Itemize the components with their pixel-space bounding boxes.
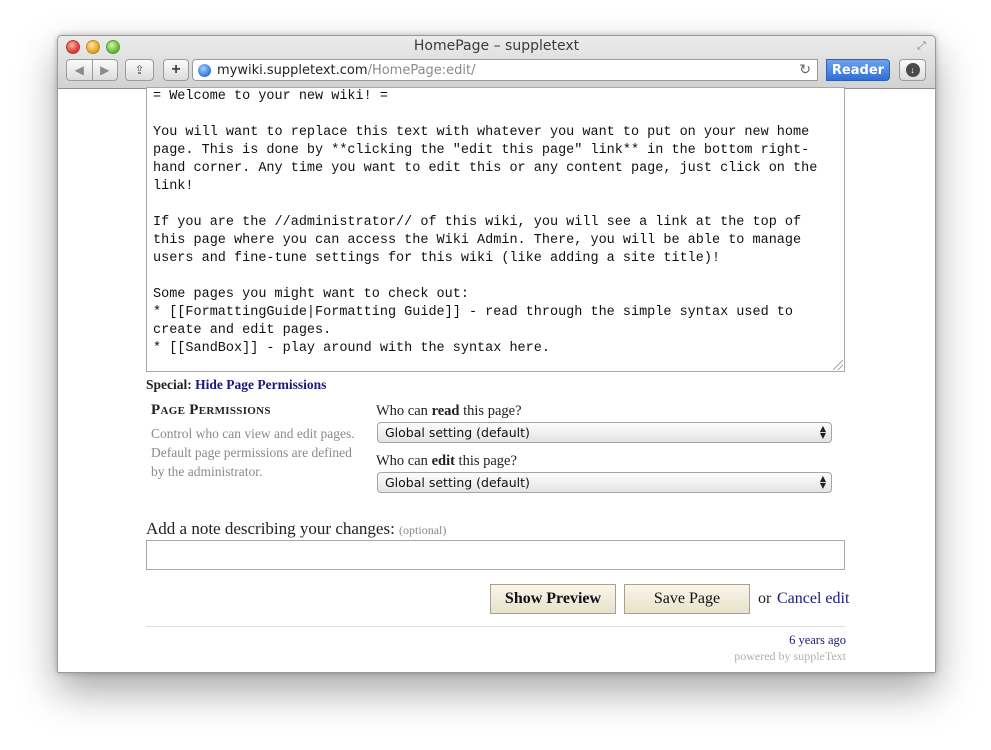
last-modified-link[interactable]: 6 years ago	[789, 633, 846, 648]
edit-question: Who can edit this page?	[376, 453, 517, 470]
note-label-text: Add a note describing your changes:	[146, 519, 395, 538]
permissions-title: Page Permissions	[151, 402, 271, 418]
read-question-post: this page?	[459, 403, 522, 419]
share-icon: ⇪	[134, 63, 145, 77]
save-page-button[interactable]: Save Page	[624, 584, 750, 614]
note-label: Add a note describing your changes: (opt…	[146, 519, 446, 539]
share-button[interactable]: ⇪	[125, 59, 154, 81]
powered-by: powered by suppleText	[734, 649, 846, 663]
download-icon: ↓	[905, 63, 920, 77]
wiki-editor-textarea[interactable]: = Welcome to your new wiki! = You will w…	[146, 87, 845, 372]
read-question: Who can read this page?	[376, 403, 522, 420]
read-question-pre: Who can	[376, 403, 432, 419]
updown-arrows-icon: ▲ ▼	[819, 424, 826, 440]
page-content: = Welcome to your new wiki! = You will w…	[58, 87, 935, 672]
downloads-button[interactable]: ↓	[899, 59, 926, 81]
edit-question-post: this page?	[454, 453, 517, 469]
special-label: Special:	[146, 377, 192, 392]
edit-question-bold: edit	[431, 453, 455, 469]
updown-arrows-icon: ▲ ▼	[819, 474, 826, 490]
cancel-edit-link[interactable]: Cancel edit	[777, 590, 849, 608]
back-forward-buttons: ◀ ▶	[66, 59, 118, 81]
title-bar: HomePage – suppletext ⤢ ◀ ▶ ⇪ + mywiki.s…	[58, 36, 935, 89]
browser-window: HomePage – suppletext ⤢ ◀ ▶ ⇪ + mywiki.s…	[57, 35, 936, 673]
read-select-value: Global setting (default)	[385, 425, 530, 440]
show-preview-button[interactable]: Show Preview	[490, 584, 616, 614]
edit-permission-select[interactable]: Global setting (default) ▲ ▼	[377, 472, 832, 493]
hide-permissions-link[interactable]: Hide Page Permissions	[195, 377, 326, 392]
special-row: Special: Hide Page Permissions	[146, 377, 326, 393]
note-optional: (optional)	[399, 523, 447, 537]
forward-arrow-icon[interactable]: ▶	[93, 63, 118, 77]
back-arrow-icon[interactable]: ◀	[67, 63, 92, 77]
permissions-description: Control who can view and edit pages. Def…	[151, 426, 355, 479]
window-title: HomePage – suppletext	[413, 38, 580, 54]
plus-icon: +	[171, 61, 181, 78]
read-question-bold: read	[431, 403, 460, 419]
new-tab-button[interactable]: +	[163, 59, 189, 81]
url-path: /HomePage:edit/	[367, 62, 476, 78]
fullscreen-icon[interactable]: ⤢	[917, 40, 929, 52]
globe-icon	[198, 63, 211, 77]
edit-select-value: Global setting (default)	[385, 475, 530, 490]
url-host: mywiki.suppletext.com	[217, 62, 368, 78]
reload-icon[interactable]: ↻	[799, 62, 811, 78]
change-note-input[interactable]	[146, 540, 845, 570]
editor-text: = Welcome to your new wiki! = You will w…	[153, 89, 818, 356]
or-text: or	[758, 590, 772, 607]
resize-grip-icon[interactable]	[833, 360, 843, 370]
read-permission-select[interactable]: Global setting (default) ▲ ▼	[377, 422, 832, 443]
address-bar[interactable]: mywiki.suppletext.com/HomePage:edit/ ↻	[192, 59, 818, 81]
footer-divider	[146, 626, 845, 627]
reader-button[interactable]: Reader	[826, 59, 890, 81]
edit-question-pre: Who can	[376, 453, 432, 469]
